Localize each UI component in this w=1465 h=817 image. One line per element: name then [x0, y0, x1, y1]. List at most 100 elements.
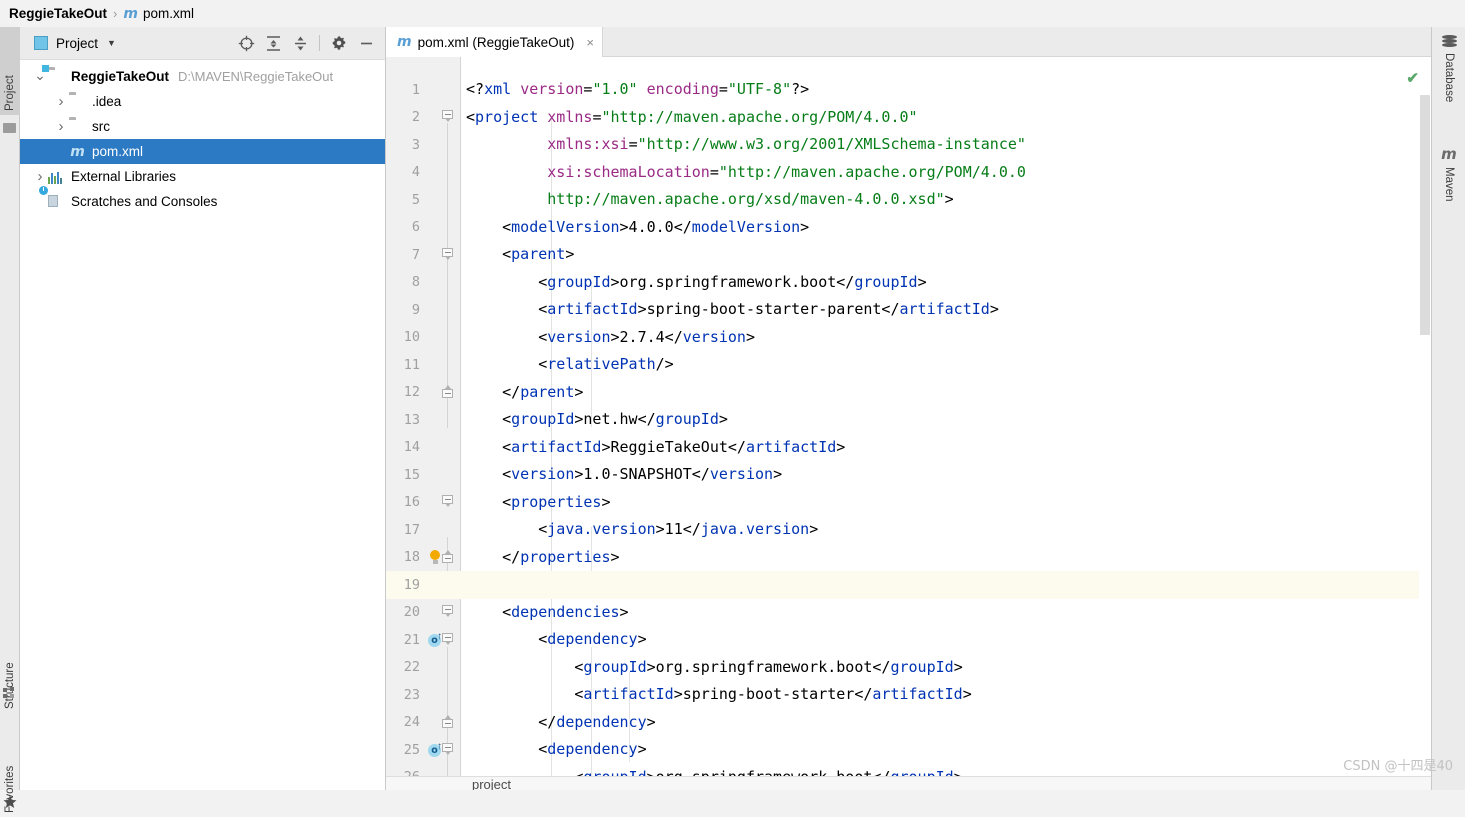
hide-icon[interactable] [353, 30, 379, 56]
code-line-text: <groupId>org.springframework.boot</group… [466, 654, 963, 682]
code-line[interactable]: 25o↑ <dependency> [386, 736, 1431, 764]
editor-scrollbar-thumb[interactable] [1420, 95, 1430, 335]
chevron-right-icon[interactable] [53, 118, 69, 135]
code-line-text: <java.version>11</java.version> [466, 516, 818, 544]
inspection-status-badge[interactable]: ✔ [1406, 69, 1419, 87]
code-line[interactable]: 19 [386, 571, 1431, 599]
line-number: 14 [386, 439, 420, 455]
code-line[interactable]: 17 <java.version>11</java.version> [386, 516, 1431, 544]
sidebar-item-database[interactable]: Database [1432, 35, 1465, 102]
fold-collapse-icon[interactable] [442, 248, 455, 262]
module-folder-icon [48, 69, 65, 85]
tree-item-label: Scratches and Consoles [71, 194, 217, 209]
tree-item-src[interactable]: src [20, 114, 385, 139]
tree-item-pom-xml[interactable]: m pom.xml [20, 139, 385, 164]
sidebar-item-database-label: Database [1443, 53, 1455, 102]
code-line[interactable]: 16 <properties> [386, 489, 1431, 517]
sidebar-item-project-label: Project [4, 75, 16, 111]
code-line[interactable]: 10 <version>2.7.4</version> [386, 324, 1431, 352]
code-line[interactable]: 13 <groupId>net.hw</groupId> [386, 406, 1431, 434]
star-icon [3, 795, 17, 809]
expand-all-icon[interactable] [260, 30, 286, 56]
code-line-text: <groupId>net.hw</groupId> [466, 406, 728, 434]
code-line[interactable]: 22 <groupId>org.springframework.boot</gr… [386, 654, 1431, 682]
intention-bulb-icon[interactable] [428, 550, 442, 564]
sidebar-item-structure-label: Structure [4, 662, 16, 709]
code-line[interactable]: 24 </dependency> [386, 709, 1431, 737]
database-icon [1442, 35, 1457, 49]
code-line[interactable]: 4 xsi:schemaLocation="http://maven.apach… [386, 159, 1431, 187]
code-line[interactable]: 8 <groupId>org.springframework.boot</gro… [386, 269, 1431, 297]
editor-scrollbar-track[interactable] [1419, 57, 1431, 790]
chevron-right-icon[interactable] [32, 168, 48, 185]
fold-collapse-icon[interactable] [442, 633, 455, 647]
code-line[interactable]: 14 <artifactId>ReggieTakeOut</artifactId… [386, 434, 1431, 462]
code-line-text: <project xmlns="http://maven.apache.org/… [466, 104, 918, 132]
code-line-text: <parent> [466, 241, 574, 269]
tab-label: pom.xml (ReggieTakeOut) [418, 35, 575, 50]
code-line-text: <dependencies> [466, 599, 629, 627]
tree-item-label: External Libraries [71, 169, 176, 184]
close-icon[interactable]: × [586, 36, 594, 49]
fold-collapse-icon[interactable] [442, 743, 455, 757]
fold-region-end-icon[interactable] [442, 550, 455, 564]
maven-m-icon: m [123, 6, 138, 22]
tree-item-external-libraries[interactable]: External Libraries [20, 164, 385, 189]
chevron-down-icon[interactable] [32, 71, 48, 83]
tree-item-label: src [92, 119, 110, 134]
tree-item-scratches-and-consoles[interactable]: Scratches and Consoles [20, 189, 385, 214]
chevron-down-icon[interactable]: ▼ [107, 38, 116, 48]
line-number: 20 [386, 604, 420, 620]
sidebar-item-maven[interactable]: m Maven [1432, 145, 1465, 202]
code-line[interactable]: 5 http://maven.apache.org/xsd/maven-4.0.… [386, 186, 1431, 214]
select-opened-file-icon[interactable] [233, 30, 259, 56]
code-line[interactable]: 20 <dependencies> [386, 599, 1431, 627]
line-number: 3 [386, 137, 420, 153]
tree-item-path: D:\MAVEN\ReggieTakeOut [178, 69, 333, 84]
toolbar-divider [319, 35, 320, 51]
code-line-text: <version>2.7.4</version> [466, 324, 755, 352]
fold-collapse-icon[interactable] [442, 495, 455, 509]
project-panel-header: Project ▼ [20, 27, 385, 60]
code-line[interactable]: 7 <parent> [386, 241, 1431, 269]
breadcrumb-project-root[interactable]: ReggieTakeOut [9, 6, 107, 21]
code-editor-viewport[interactable]: 1<?xml version="1.0" encoding="UTF-8"?>2… [386, 57, 1431, 790]
code-line[interactable]: 6 <modelVersion>4.0.0</modelVersion> [386, 214, 1431, 242]
tree-item-reggietakeout[interactable]: ReggieTakeOut D:\MAVEN\ReggieTakeOut [20, 64, 385, 89]
code-line-text: xsi:schemaLocation="http://maven.apache.… [466, 159, 1026, 187]
code-line[interactable]: 18 </properties> [386, 544, 1431, 572]
project-tool-window: Project ▼ [20, 27, 386, 790]
line-number: 16 [386, 494, 420, 510]
code-line[interactable]: 2<project xmlns="http://maven.apache.org… [386, 104, 1431, 132]
watermark-text: CSDN @十四是40 [1343, 755, 1453, 774]
code-line-text: <artifactId>ReggieTakeOut</artifactId> [466, 434, 845, 462]
editor-breadcrumb-label: project [472, 777, 511, 790]
sidebar-item-project[interactable]: Project [0, 27, 20, 115]
fold-region-end-icon[interactable] [442, 715, 455, 729]
code-line[interactable]: 11 <relativePath/> [386, 351, 1431, 379]
fold-region-end-icon[interactable] [442, 385, 455, 399]
folder-icon [69, 94, 86, 110]
maven-dependency-marker-icon[interactable]: o↑ [428, 633, 442, 647]
breadcrumb-file[interactable]: pom.xml [143, 6, 194, 21]
maven-dependency-marker-icon[interactable]: o↑ [428, 743, 442, 757]
sidebar-item-maven-label: Maven [1443, 167, 1455, 202]
code-line-text: <dependency> [466, 626, 647, 654]
code-line[interactable]: 3 xmlns:xsi="http://www.w3.org/2001/XMLS… [386, 131, 1431, 159]
collapse-all-icon[interactable] [287, 30, 313, 56]
fold-collapse-icon[interactable] [442, 605, 455, 619]
code-line[interactable]: 1<?xml version="1.0" encoding="UTF-8"?> [386, 76, 1431, 104]
code-line[interactable]: 23 <artifactId>spring-boot-starter</arti… [386, 681, 1431, 709]
fold-collapse-icon[interactable] [442, 110, 455, 124]
code-line[interactable]: 15 <version>1.0-SNAPSHOT</version> [386, 461, 1431, 489]
gear-icon[interactable] [326, 30, 352, 56]
code-line[interactable]: 12 </parent> [386, 379, 1431, 407]
tree-item-idea[interactable]: .idea [20, 89, 385, 114]
line-number: 23 [386, 687, 420, 703]
code-line[interactable]: 21o↑ <dependency> [386, 626, 1431, 654]
left-tool-window-stripe: Project Structure Favorites [0, 27, 20, 790]
code-line[interactable]: 9 <artifactId>spring-boot-starter-parent… [386, 296, 1431, 324]
chevron-right-icon[interactable] [53, 93, 69, 110]
editor-breadcrumb[interactable]: project [386, 776, 1431, 790]
tab-pom-xml[interactable]: m pom.xml (ReggieTakeOut) × [386, 27, 603, 57]
